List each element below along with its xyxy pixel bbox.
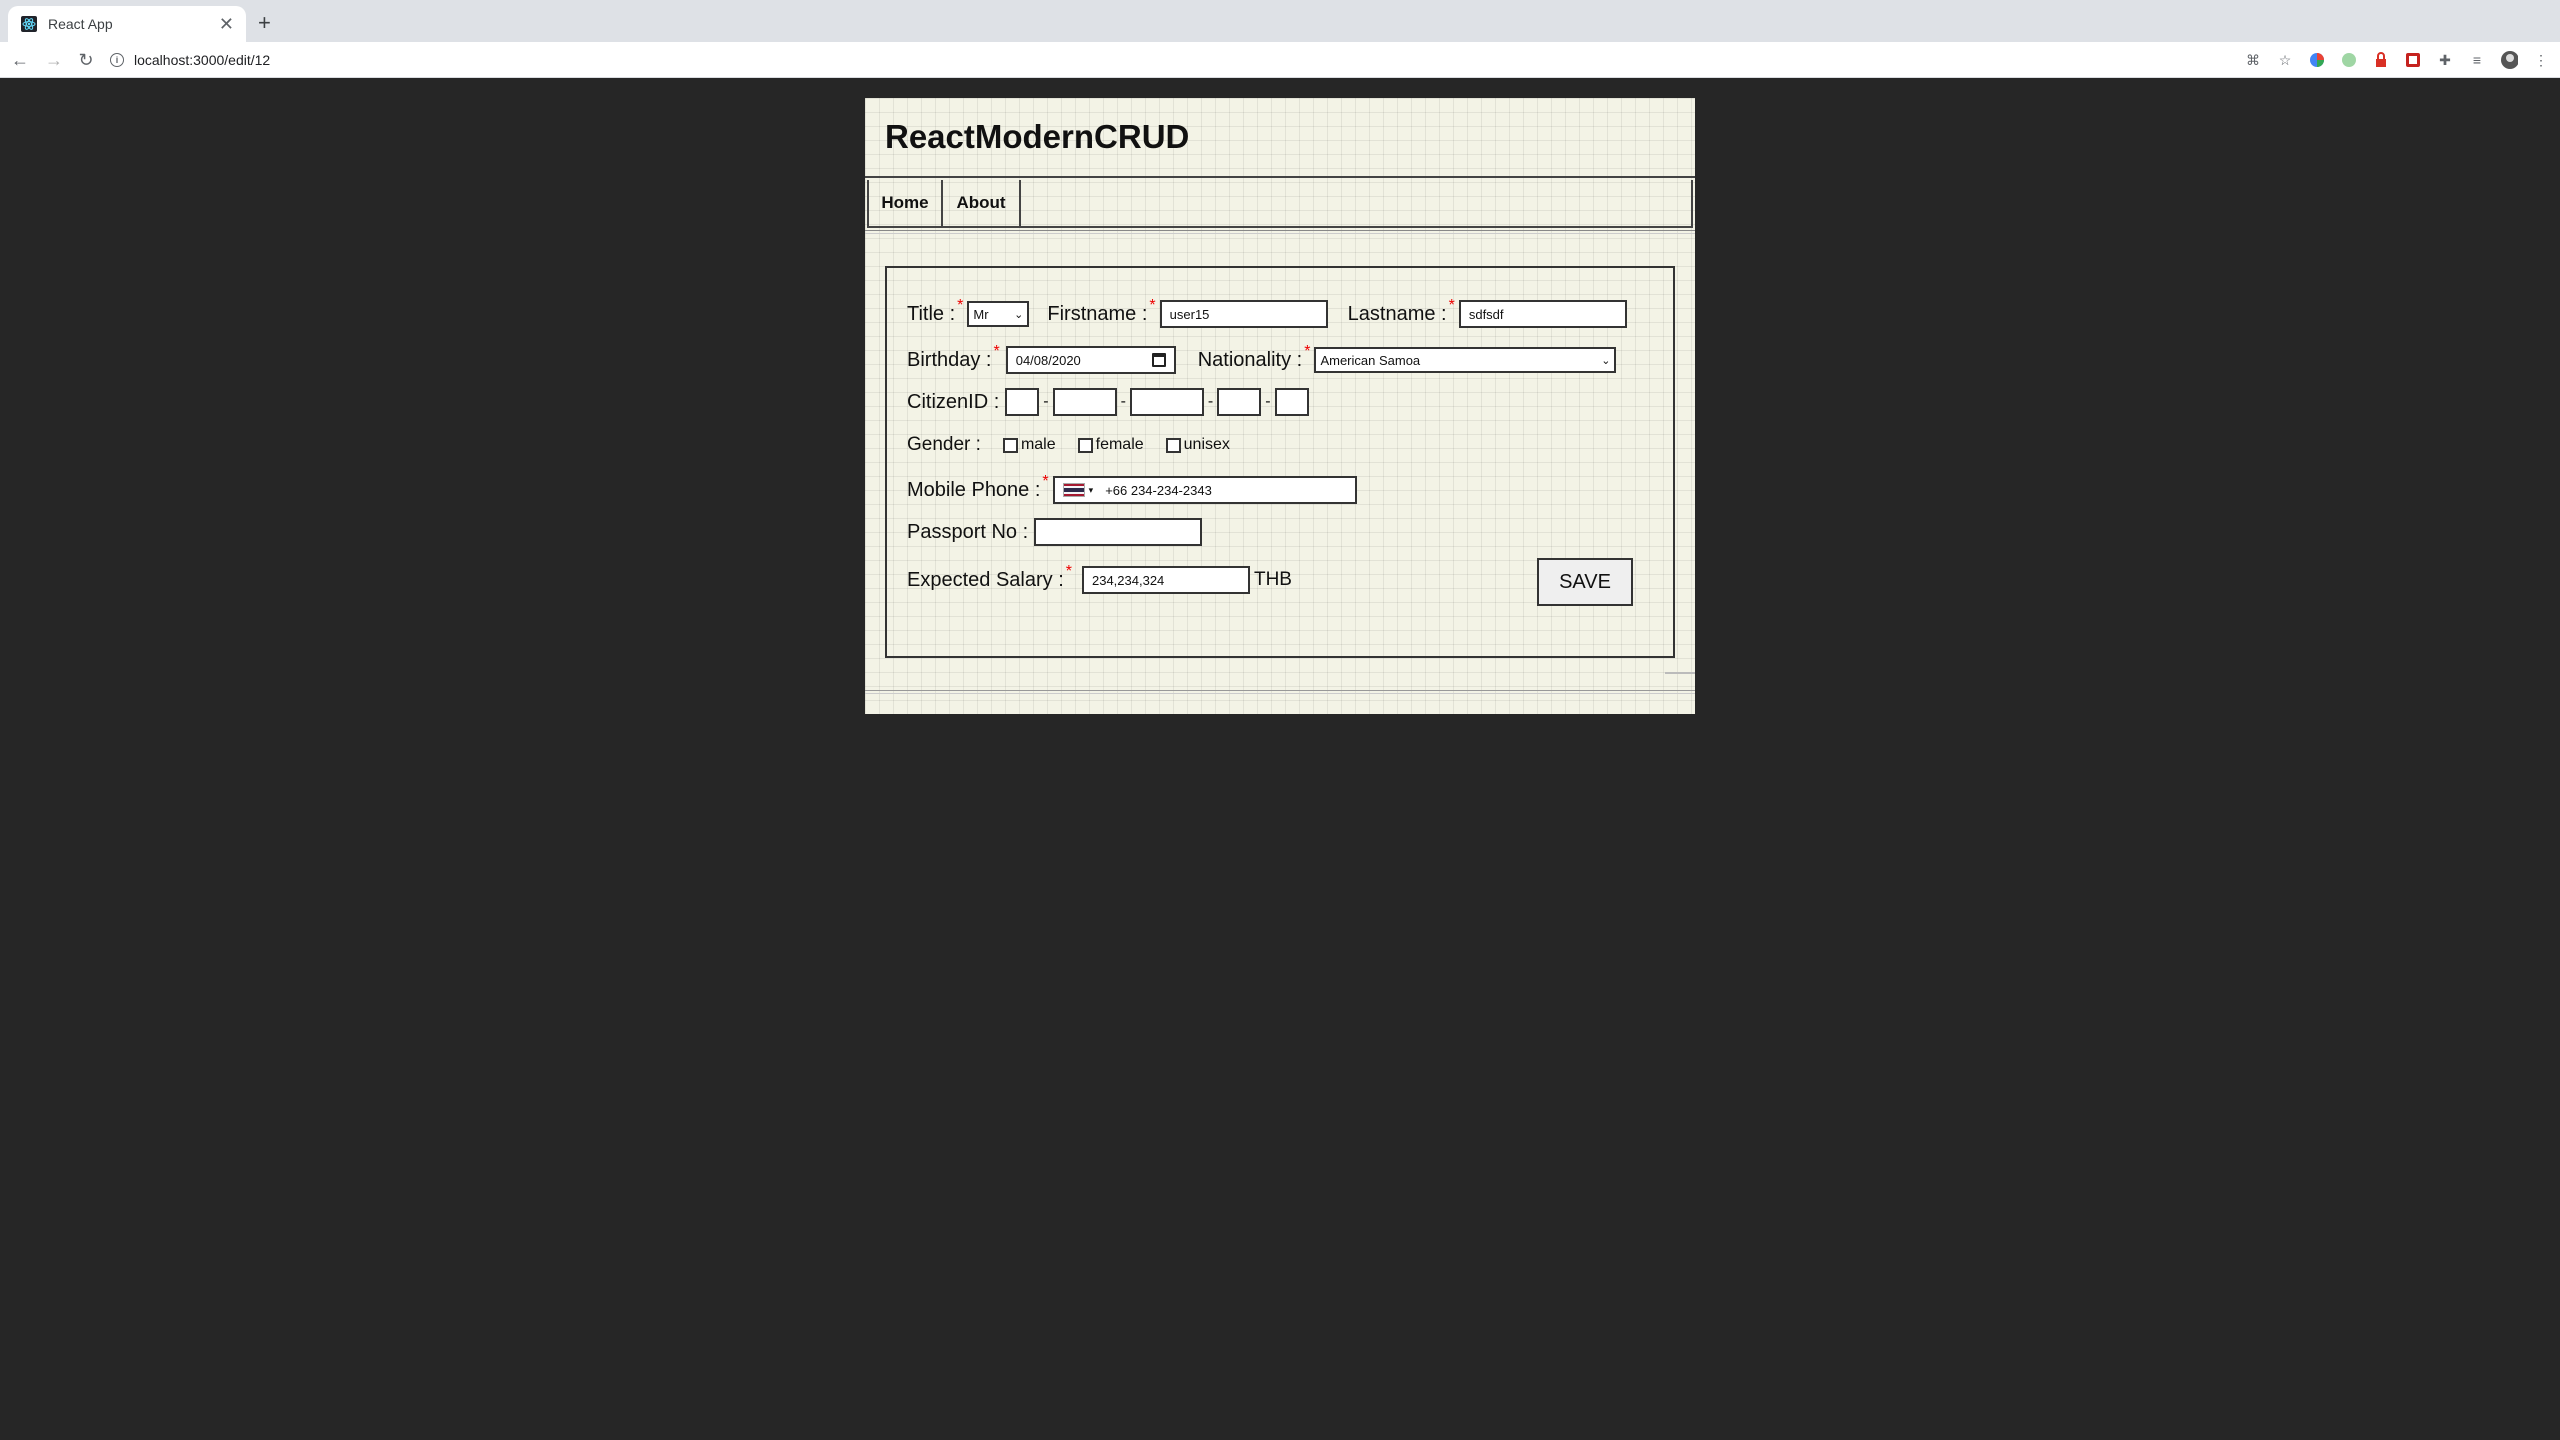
app-header: ReactModernCRUD <box>865 98 1695 178</box>
chevron-down-icon: ⌄ <box>1601 354 1611 367</box>
citizenid-part-2[interactable] <box>1052 388 1117 416</box>
separator: - <box>1207 393 1214 410</box>
translate-icon[interactable]: ⌘ <box>2244 51 2262 69</box>
birthday-input[interactable]: 04/08/2020 <box>1005 346 1176 374</box>
react-icon <box>20 15 38 33</box>
browser-tab[interactable]: React App ✕ <box>8 6 246 42</box>
row-salary: Expected Salary : * 234,234,324 THB <box>907 562 1292 594</box>
puzzle-icon[interactable]: ✚ <box>2436 51 2454 69</box>
nationality-label: Nationality : * <box>1197 342 1311 371</box>
required-mark: * <box>957 296 964 314</box>
nationality-select-value: American Samoa <box>1320 352 1421 368</box>
row-gender: Gender : male female unisex <box>907 434 1252 456</box>
citizenid-part-3[interactable] <box>1129 388 1204 416</box>
lastname-input[interactable]: sdfsdf <box>1458 300 1627 328</box>
menu-dots-icon[interactable]: ⋮ <box>2532 51 2550 69</box>
required-mark: * <box>993 342 1000 360</box>
new-tab-button[interactable]: + <box>258 10 271 36</box>
passport-input[interactable] <box>1034 518 1203 546</box>
required-mark: * <box>1304 342 1311 360</box>
checkbox-female[interactable] <box>1077 437 1093 453</box>
firstname-input[interactable]: user15 <box>1159 300 1328 328</box>
avatar[interactable] <box>2500 51 2518 69</box>
row-passport: Passport No : <box>907 518 1203 546</box>
divider <box>865 230 1695 234</box>
extensions-area: ⌘ ☆ ✚ ≡ ⋮ <box>2244 48 2550 72</box>
chevron-down-icon: ⌄ <box>1014 308 1024 321</box>
citizenid-label: CitizenID : <box>907 390 1000 413</box>
checkbox-male[interactable] <box>1002 437 1018 453</box>
checkbox-unisex-label: unisex <box>1183 436 1230 453</box>
close-icon[interactable]: ✕ <box>219 14 234 35</box>
back-arrow-icon[interactable]: ← <box>8 48 32 72</box>
media-icon[interactable]: ≡ <box>2468 51 2486 69</box>
extension-leaf-icon[interactable] <box>2340 51 2358 69</box>
currency-label: THB <box>1253 569 1292 590</box>
menu-item-home[interactable]: Home <box>869 180 943 226</box>
edit-form: Title : * Mr ⌄ Firstname : * user15 Lastnam… <box>885 266 1675 658</box>
checkbox-male-label: male <box>1020 436 1056 453</box>
chevron-down-icon[interactable]: ▾ <box>1089 485 1094 496</box>
calendar-icon[interactable] <box>1151 353 1166 367</box>
row-birthday: Birthday : * 04/08/2020 Nationality : * Am… <box>907 342 1617 374</box>
divider <box>1665 672 1695 674</box>
title-select-value: Mr <box>973 306 989 322</box>
citizenid-part-5[interactable] <box>1274 388 1309 416</box>
row-citizenid: CitizenID : - - - - <box>907 388 1309 416</box>
url-text[interactable]: localhost:3000/edit/12 <box>134 52 270 68</box>
row-mobile: Mobile Phone : * ▾ +66 234-234-2343 <box>907 472 1357 504</box>
row-names: Title : * Mr ⌄ Firstname : * user15 Lastnam… <box>907 296 1627 328</box>
nationality-select[interactable]: American Samoa ⌄ <box>1314 347 1617 373</box>
checkbox-female-label: female <box>1095 436 1144 453</box>
app-title: ReactModernCRUD <box>885 118 1190 155</box>
citizenid-part-4[interactable] <box>1217 388 1262 416</box>
title-select[interactable]: Mr ⌄ <box>967 301 1030 327</box>
gender-label: Gender : <box>907 434 981 455</box>
browser-toolbar: ← → ↻ i localhost:3000/edit/12 ⌘ ☆ ✚ ≡ ⋮ <box>0 42 2560 78</box>
checkbox-unisex[interactable] <box>1165 437 1181 453</box>
required-mark: * <box>1149 296 1156 314</box>
salary-input[interactable]: 234,234,324 <box>1081 566 1250 594</box>
required-mark: * <box>1065 562 1072 580</box>
required-mark: * <box>1042 472 1049 490</box>
app-container: ReactModernCRUD Home About Title : * Mr ⌄ … <box>865 98 1695 714</box>
browser-tabstrip: React App ✕ + <box>0 0 2560 42</box>
mobile-label: Mobile Phone : * <box>907 472 1049 501</box>
mobile-value: +66 234-234-2343 <box>1105 482 1212 498</box>
mobile-input[interactable]: ▾ +66 234-234-2343 <box>1052 476 1357 504</box>
extension-lock-icon[interactable] <box>2372 51 2390 69</box>
birthday-label: Birthday : * <box>907 342 1000 371</box>
separator: - <box>1120 393 1126 410</box>
passport-label: Passport No : <box>907 520 1029 543</box>
star-icon[interactable]: ☆ <box>2276 51 2294 69</box>
thailand-flag-icon[interactable] <box>1062 483 1085 497</box>
required-mark: * <box>1448 296 1455 314</box>
citizenid-part-1[interactable] <box>1005 388 1040 416</box>
extension-color-icon[interactable] <box>2308 51 2326 69</box>
address-bar[interactable]: i localhost:3000/edit/12 <box>110 46 2210 74</box>
footer-divider <box>865 690 1695 694</box>
extension-red-icon[interactable] <box>2404 51 2422 69</box>
save-button[interactable]: SAVE <box>1537 558 1633 606</box>
lastname-label: Lastname : * <box>1347 296 1455 325</box>
birthday-value: 04/08/2020 <box>1015 352 1081 368</box>
reload-icon[interactable]: ↻ <box>74 48 98 72</box>
menu-item-about[interactable]: About <box>943 180 1021 226</box>
title-label: Title : * <box>907 296 964 325</box>
firstname-label: Firstname : * <box>1047 296 1156 325</box>
info-icon[interactable]: i <box>110 53 124 67</box>
menubar: Home About <box>867 180 1693 228</box>
forward-arrow-icon[interactable]: → <box>42 48 66 72</box>
salary-label: Expected Salary : * <box>907 562 1072 591</box>
separator: - <box>1265 393 1271 410</box>
separator: - <box>1043 393 1049 410</box>
tab-title: React App <box>48 16 113 32</box>
